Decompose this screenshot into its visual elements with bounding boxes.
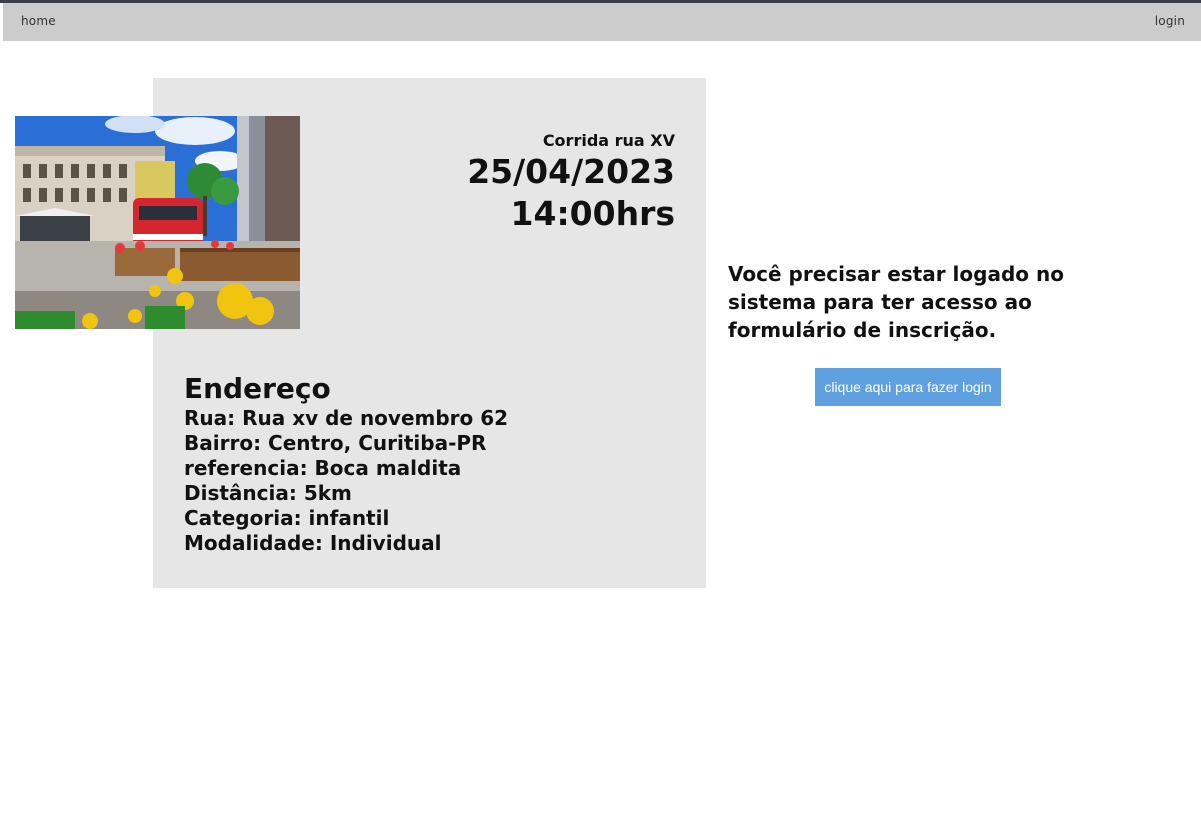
address-distance: Distância: 5km <box>184 481 352 505</box>
navbar: home login <box>3 3 1201 41</box>
address-reference: referencia: Boca maldita <box>184 456 462 480</box>
address-modality: Modalidade: Individual <box>184 531 442 555</box>
login-required-message: Você precisar estar logado no sistema pa… <box>728 262 1064 342</box>
address-section: Endereço Rua: Rua xv de novembro 62 Bair… <box>184 372 508 556</box>
login-button[interactable]: clique aqui para fazer login <box>815 368 1001 406</box>
address-category: Categoria: infantil <box>184 506 390 530</box>
address-neighborhood: Bairro: Centro, Curitiba-PR <box>184 431 487 455</box>
event-time: 14:00hrs <box>510 194 675 233</box>
event-name: Corrida rua XV <box>542 131 675 150</box>
address-street: Rua: Rua xv de novembro 62 <box>184 406 509 430</box>
address-title: Endereço <box>184 372 331 405</box>
nav-login-link[interactable]: login <box>1155 14 1185 28</box>
street-photo-icon <box>15 116 300 329</box>
event-date: 25/04/2023 <box>467 152 675 191</box>
event-photo <box>15 116 300 329</box>
nav-home-link[interactable]: home <box>21 14 56 28</box>
